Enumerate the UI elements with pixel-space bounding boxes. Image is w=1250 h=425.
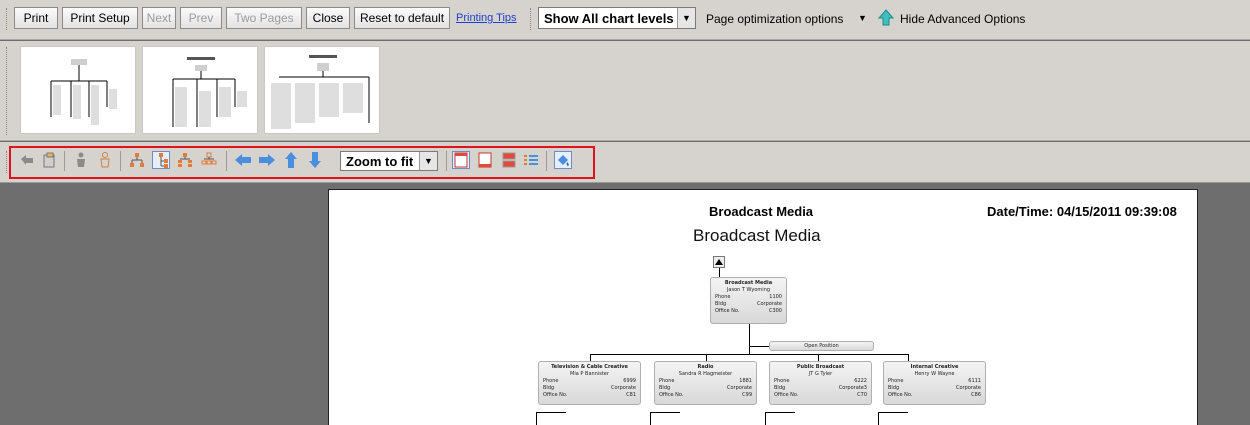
print-setup-button[interactable]: Print Setup: [62, 7, 138, 29]
open-position-node[interactable]: Open Position: [769, 341, 874, 351]
node-row: Office No. C70: [774, 392, 867, 398]
connector-line: [706, 354, 707, 361]
org-node[interactable]: Public Broadcast JT G Tyler Phone 6222 Bl…: [769, 361, 872, 405]
printing-tips-link[interactable]: Printing Tips: [456, 12, 517, 24]
org-node-root[interactable]: Broadcast Media Jason T Wyoming Phone 110…: [710, 277, 787, 324]
node-name: Television & Cable Creative: [551, 364, 628, 370]
node-row: Phone 1881: [659, 378, 752, 384]
node-name: Radio: [697, 364, 714, 370]
thumbnail-strip: [0, 41, 1250, 141]
node-row: Phone 6111: [888, 378, 981, 384]
node-row: Phone 1100: [715, 294, 782, 300]
connector-line: [719, 268, 720, 277]
page-header-title: Broadcast Media: [709, 204, 814, 219]
chevron-down-icon[interactable]: ▼: [858, 13, 867, 23]
reset-default-button[interactable]: Reset to default: [354, 7, 450, 29]
connector-line: [749, 324, 750, 354]
toolbar-grip: [530, 8, 533, 30]
node-row: Phone 6999: [543, 378, 636, 384]
toolbar-highlight-box: [9, 146, 595, 179]
node-row: Bldg Corporate: [659, 385, 752, 391]
connector-line: [650, 412, 680, 413]
connector-line: [536, 412, 537, 425]
top-toolbar: Print Print Setup Next Prev Two Pages Cl…: [0, 0, 1250, 40]
node-row: Office No. C81: [543, 392, 636, 398]
page-thumbnail[interactable]: [264, 46, 380, 134]
close-button[interactable]: Close: [306, 7, 350, 29]
connector-line: [536, 412, 566, 413]
print-preview-page: Broadcast Media Date/Time: 04/15/2011 09…: [328, 189, 1198, 425]
connector-line: [908, 354, 909, 361]
hide-advanced-options-button[interactable]: Hide Advanced Options: [900, 12, 1025, 26]
collapse-icon[interactable]: [713, 256, 725, 268]
connector-line: [650, 412, 651, 425]
node-row: Bldg Corporate: [543, 385, 636, 391]
node-person: Sandra R Hagmeister: [678, 371, 733, 377]
chevron-down-icon[interactable]: ▼: [677, 8, 695, 28]
connector-line: [765, 412, 766, 425]
page-thumbnail[interactable]: [142, 46, 258, 134]
page-optimization-menu[interactable]: Page optimization options: [706, 12, 843, 26]
connector-line: [749, 346, 769, 347]
chart-levels-select[interactable]: Show All chart levels ▼: [538, 7, 696, 29]
arrow-up-icon[interactable]: [877, 9, 895, 27]
node-row: Bldg Corporate3: [774, 385, 867, 391]
connector-line: [765, 412, 795, 413]
node-name: Broadcast Media: [724, 280, 773, 286]
connector-line: [878, 412, 908, 413]
prev-button[interactable]: Prev: [180, 7, 222, 29]
toolbar-grip: [6, 47, 9, 135]
print-button[interactable]: Print: [14, 7, 58, 29]
org-node[interactable]: Internal Creative Henry W Wayne Phone 611…: [883, 361, 986, 405]
node-row: Office No. C99: [659, 392, 752, 398]
chart-levels-value: Show All chart levels: [544, 10, 674, 26]
org-node[interactable]: Radio Sandra R Hagmeister Phone 1881 Bldg…: [654, 361, 757, 405]
node-person: Jason T Wyoming: [726, 287, 771, 293]
node-row: Office No. C300: [715, 308, 782, 314]
page-datetime: Date/Time: 04/15/2011 09:39:08: [987, 204, 1177, 219]
node-row: Office No. C86: [888, 392, 981, 398]
chart-title: Broadcast Media: [693, 226, 821, 245]
node-name: Internal Creative: [910, 364, 959, 370]
connector-line: [878, 412, 879, 425]
node-row: Phone 6222: [774, 378, 867, 384]
node-person: JT G Tyler: [808, 371, 833, 377]
two-pages-button[interactable]: Two Pages: [226, 7, 302, 29]
connector-line: [818, 354, 819, 361]
org-node[interactable]: Television & Cable Creative Mia P Bannis…: [538, 361, 641, 405]
connector-line: [590, 354, 908, 355]
node-person: Mia P Bannister: [570, 371, 609, 377]
node-row: Bldg Corporate: [715, 301, 782, 307]
node-name: Public Broadcast: [796, 364, 845, 370]
node-row: Bldg Corporate: [888, 385, 981, 391]
page-thumbnail[interactable]: [20, 46, 136, 134]
next-button[interactable]: Next: [142, 7, 176, 29]
node-person: Henry W Wayne: [914, 371, 955, 377]
connector-line: [590, 354, 591, 361]
toolbar-grip: [6, 8, 9, 30]
